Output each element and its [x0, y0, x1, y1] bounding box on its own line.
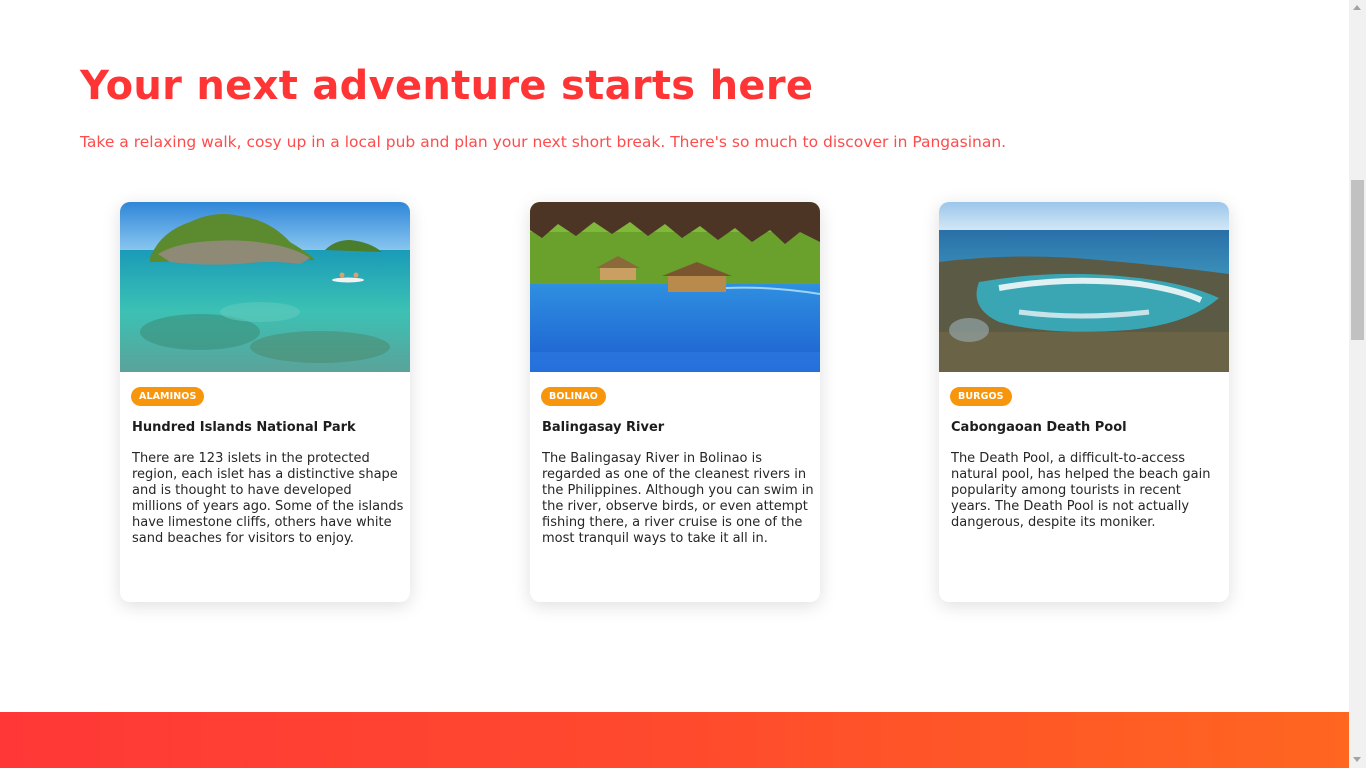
- scrollbar-thumb[interactable]: [1351, 180, 1364, 340]
- rock-pool-photo: [939, 202, 1229, 372]
- card-description: There are 123 islets in the protected re…: [132, 451, 404, 546]
- destination-card-burgos[interactable]: BURGOS Cabongaoan Death Pool The Death P…: [939, 202, 1229, 602]
- page-title: Your next adventure starts here: [80, 63, 814, 109]
- location-badge[interactable]: BOLINAO: [541, 387, 606, 406]
- river-rafts-photo: [530, 202, 820, 372]
- card-title[interactable]: Hundred Islands National Park: [132, 418, 356, 438]
- location-badge[interactable]: BURGOS: [950, 387, 1012, 406]
- card-description: The Balingasay River in Bolinao is regar…: [542, 451, 814, 546]
- scroll-up-icon[interactable]: [1353, 5, 1361, 10]
- destination-card-bolinao[interactable]: BOLINAO Balingasay River The Balingasay …: [530, 202, 820, 602]
- page: Your next adventure starts here Take a r…: [0, 0, 1349, 768]
- destination-card-alaminos[interactable]: ALAMINOS Hundred Islands National Park T…: [120, 202, 410, 602]
- footer-band: [0, 712, 1349, 768]
- island-lagoon-photo: [120, 202, 410, 372]
- card-title[interactable]: Balingasay River: [542, 418, 664, 438]
- page-subtitle: Take a relaxing walk, cosy up in a local…: [80, 133, 1007, 151]
- scroll-down-icon[interactable]: [1353, 757, 1361, 762]
- card-title[interactable]: Cabongaoan Death Pool: [951, 418, 1127, 438]
- location-badge[interactable]: ALAMINOS: [131, 387, 205, 406]
- card-description: The Death Pool, a difficult-to-access na…: [951, 451, 1211, 530]
- page-scrollbar[interactable]: [1349, 0, 1366, 768]
